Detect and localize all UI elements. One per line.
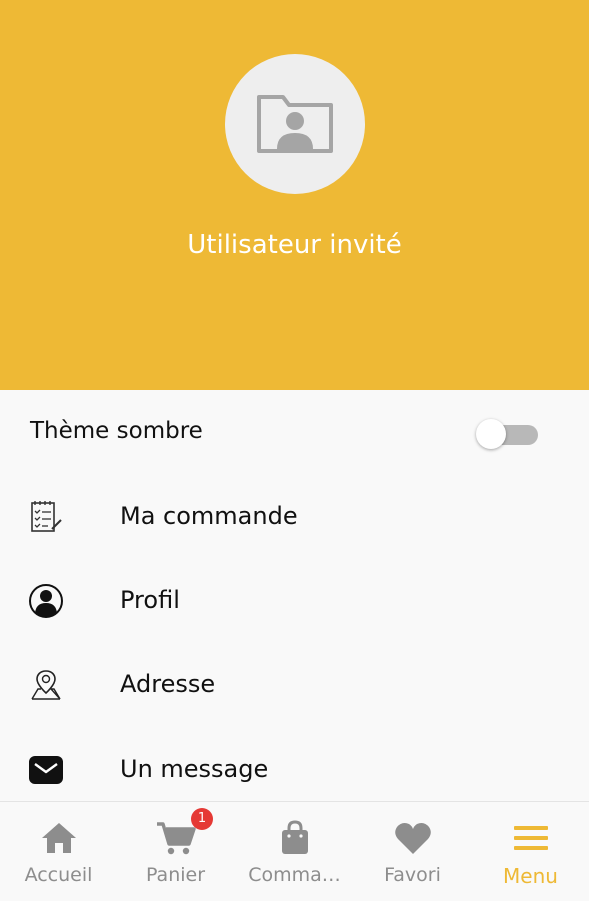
nav-label: Accueil (24, 864, 93, 886)
user-folder-icon (257, 95, 333, 153)
dark-theme-label: Thème sombre (30, 418, 203, 444)
cart-badge: 1 (191, 808, 213, 830)
nav-label: Favori (384, 864, 441, 886)
profile-header: Utilisateur invité (0, 0, 589, 390)
hamburger-menu-icon (510, 818, 552, 858)
envelope-icon (28, 752, 64, 788)
nav-label: Comma… (248, 864, 341, 886)
username: Utilisateur invité (187, 230, 402, 260)
menu-item-address[interactable]: Adresse (0, 655, 589, 715)
map-pin-icon (28, 667, 64, 703)
heart-icon (392, 818, 434, 858)
menu-item-label: Adresse (120, 670, 216, 698)
user-circle-icon (28, 583, 64, 619)
toggle-knob (476, 419, 506, 449)
nav-label: Menu (503, 864, 558, 888)
dark-theme-row: Thème sombre (0, 400, 589, 464)
avatar[interactable] (225, 54, 365, 194)
menu-item-message[interactable]: Un message (0, 740, 589, 800)
shopping-bag-icon (274, 818, 316, 858)
nav-label: Panier (145, 864, 206, 886)
nav-cart[interactable]: 1 Panier (117, 802, 234, 901)
menu-item-label: Ma commande (120, 502, 298, 530)
nav-favorites[interactable]: Favori (354, 802, 471, 901)
home-icon (38, 818, 80, 858)
order-list-icon (28, 499, 64, 535)
menu-item-order[interactable]: Ma commande (0, 487, 589, 547)
cart-icon (155, 818, 197, 858)
menu-item-label: Un message (120, 755, 269, 783)
nav-home[interactable]: Accueil (0, 802, 117, 901)
nav-menu[interactable]: Menu (472, 802, 589, 901)
bottom-navigation: Accueil 1 Panier Comma… Favori Menu (0, 801, 589, 901)
menu-item-label: Profil (120, 586, 180, 614)
nav-orders[interactable]: Comma… (236, 802, 353, 901)
dark-theme-toggle[interactable] (476, 418, 540, 449)
menu-item-profile[interactable]: Profil (0, 571, 589, 631)
